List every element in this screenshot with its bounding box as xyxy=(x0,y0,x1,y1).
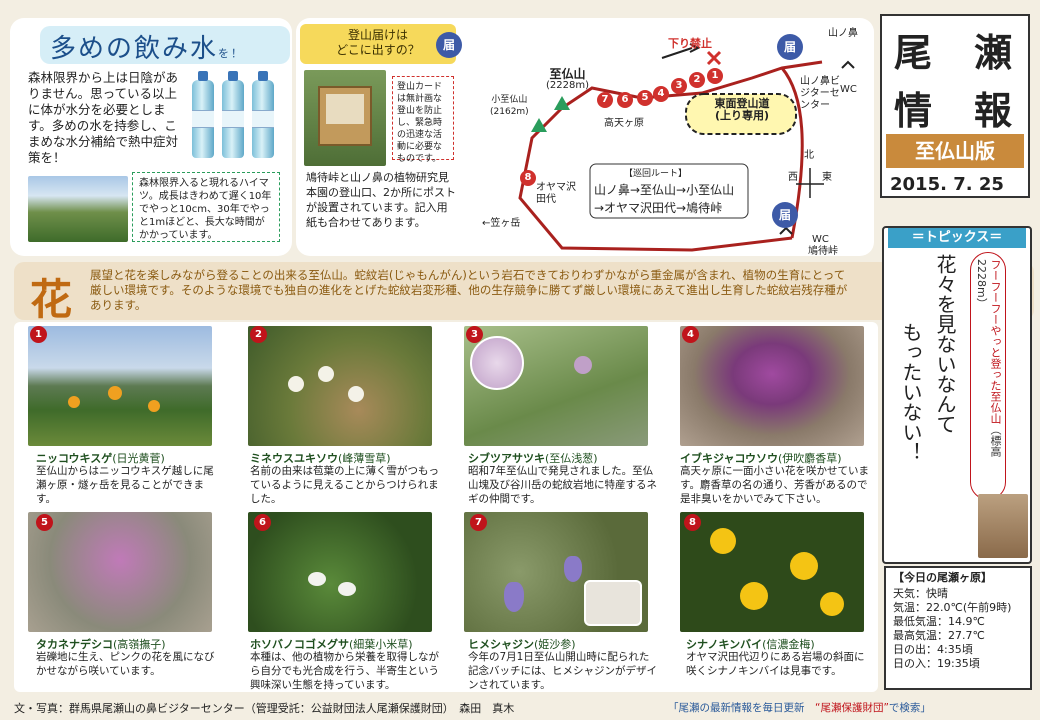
footer-credit: 文・写真：群馬県尾瀬山の鼻ビジターセンター（管理受託：公益財団法人尾瀬保護財団）… xyxy=(14,702,515,715)
topics-header: ＝トピックス＝ xyxy=(888,228,1026,248)
weather-row: 日の出：4:35頃 xyxy=(893,643,973,656)
route-title: 【巡回ルート】 xyxy=(624,169,688,179)
post-box-photo xyxy=(304,70,386,166)
flower-num-5: 5 xyxy=(36,514,53,531)
footer-search-link[interactable]: “尾瀬保護財団” xyxy=(815,702,889,714)
flower-num-1: 1 xyxy=(30,326,47,343)
topics-main-2: もったいない！ xyxy=(899,322,923,462)
masthead-date: 2015. 7. 25 xyxy=(890,174,1004,195)
kasagatake-label: ←笠ヶ岳 xyxy=(482,218,521,229)
post-card-note: 登山カードは無計画な登山を防止し、緊急時の迅速な活動に必要なものです。 xyxy=(392,76,454,164)
map-point-7: 7 xyxy=(597,92,613,108)
masthead-edition: 至仏山版 xyxy=(886,134,1024,168)
toilet-icon-2 xyxy=(779,226,793,235)
map-point-4: 4 xyxy=(653,86,669,102)
flower-num-8: 8 xyxy=(684,514,701,531)
flower-photo-5 xyxy=(28,512,212,632)
topics-panel: ＝トピックス＝ フーフーフーやっと登った至仏山（標高2228m） 花々を見ないな… xyxy=(882,226,1032,564)
haimatsu-note: 森林限界入ると現れるハイマツ。成長はきわめて遅く10年でやっと10cm、30年で… xyxy=(132,172,280,242)
hana-kanji: 花 xyxy=(30,275,73,324)
wc-label-top: WC xyxy=(840,84,857,95)
map-point-5: 5 xyxy=(637,90,653,106)
water-bottle-icon xyxy=(192,71,214,158)
flower-text-7: 今年の7月1日至仏山開山時に配られた記念バッチには、ヒメシャジンがデザインされて… xyxy=(468,651,657,691)
flower-num-6: 6 xyxy=(254,514,271,531)
wc-label-bottom: WC xyxy=(812,234,829,245)
map-point-2: 2 xyxy=(689,72,705,88)
compass-north: 北 xyxy=(804,150,814,161)
weather-row: 気温：22.0℃(午前9時) xyxy=(893,601,1012,614)
footer-notice: 「尾瀬の最新情報を毎日更新 “尾瀬保護財団”で検索」 xyxy=(668,702,931,714)
map-point-1: 1 xyxy=(707,68,723,84)
topics-main-1: 花々を見ないなんて xyxy=(933,254,957,434)
hana-text: 展望と花を楽しみながら登ることの出来る至仏山。蛇紋岩(じゃもんがん)という岩石で… xyxy=(90,268,848,312)
map-badge-bottom: 届 xyxy=(772,202,798,228)
masthead-title-2: 情 報 xyxy=(894,89,1015,133)
flower-num-2: 2 xyxy=(250,326,267,343)
post-text: 鳩待峠と山ノ鼻の植物研究見本園の登山口、2か所にポストが設置されています。記入用… xyxy=(306,171,456,229)
flower-photo-7 xyxy=(464,512,648,632)
haimatsu-photo xyxy=(28,176,128,242)
takaten-label: 高天ヶ原 xyxy=(604,118,644,129)
flower-text-1: 至仏山からはニッコウキスゲ越しに尾瀬ヶ原・燧ヶ岳を見ることができます。 xyxy=(36,465,214,505)
water-title: 多めの飲み水を！ xyxy=(40,26,290,64)
east-trail-label: 東面登山道 (上り専用) xyxy=(714,97,770,122)
map-point-6: 6 xyxy=(617,92,633,108)
yamanohana-label: 山ノ鼻 xyxy=(828,28,858,39)
flower-text-4: 高天ヶ原に一面小さい花を咲かせています。麝香草の名の通り、芳香があるので是非臭い… xyxy=(680,465,869,505)
flower-text-8: オヤマ沢田代辺りにある岩場の斜面に咲くシナノキンバイは見事です。 xyxy=(686,651,865,677)
hatomachi-label: 鳩待峠 xyxy=(808,246,838,257)
topics-photo xyxy=(978,494,1028,558)
weather-title: 【今日の尾瀬ヶ原】 xyxy=(893,571,992,584)
flower-num-7: 7 xyxy=(470,514,487,531)
flower-photo-3 xyxy=(464,326,648,446)
weather-panel: 【今日の尾瀬ヶ原】 天気：快晴 気温：22.0℃(午前9時) 最低気温：14.9… xyxy=(884,566,1032,690)
route-line2: →オヤマ沢田代→鳩待峠 xyxy=(594,201,723,215)
weather-row: 最低気温：14.9℃ xyxy=(893,615,985,628)
route-map xyxy=(518,43,855,252)
flower-num-4: 4 xyxy=(682,326,699,343)
flower-photo-1 xyxy=(28,326,212,446)
masthead: 尾 瀬 情 報 至仏山版 2015. 7. 25 xyxy=(880,14,1030,198)
map-point-8: 8 xyxy=(520,170,536,186)
map-point-3: 3 xyxy=(671,78,687,94)
weather-row: 最高気温：27.7℃ xyxy=(893,629,985,642)
topics-subtitle: フーフーフーやっと登った至仏山（標高2228m） xyxy=(970,252,1006,500)
map-badge-top: 届 xyxy=(777,34,803,60)
route-line1: 山ノ鼻→至仏山→小至仏山 xyxy=(594,183,735,197)
compass-east: 東 xyxy=(822,172,832,183)
oyama-label: オヤマ沢田代 xyxy=(536,182,576,205)
flower-photo-6 xyxy=(248,512,432,632)
visitor-center-label: 山ノ鼻ビジターセンター xyxy=(800,76,840,111)
no-descent-cross xyxy=(706,50,722,66)
water-text: 森林限界から上は日陰がありません。思っている以上に体が水分を必要とします。多めの… xyxy=(28,70,179,165)
shibutsu-label: 至仏山 (2228m) xyxy=(546,67,589,91)
flower-text-6: 本種は、他の植物から栄養を取得しながら自分でも光合成を行う、半寄生という興味深い… xyxy=(250,651,439,691)
flower-text-2: 名前の由来は苞葉の上に薄く雪がつもっているように見えることからつけられました。 xyxy=(250,465,439,505)
flower-text-3: 昭和7年至仏山で発見されました。至仏山塊及び谷川岳の蛇紋岩地に特産するネギの仲間… xyxy=(468,465,657,505)
post-badge: 届 xyxy=(436,32,462,58)
weather-row: 天気：快晴 xyxy=(893,587,948,600)
flower-num-3: 3 xyxy=(466,326,483,343)
koshibutsu-label: 小至仏山 (2162m) xyxy=(490,95,529,117)
water-bottle-icon xyxy=(252,71,274,158)
water-bottle-icon xyxy=(222,71,244,158)
flower-text-5: 岩礫地に生え、ピンクの花を風になびかせながら咲いています。 xyxy=(36,651,215,677)
no-descent-label: 下り禁止 xyxy=(668,37,712,50)
flower-photo-4 xyxy=(680,326,864,446)
compass-west: 西 xyxy=(788,172,798,183)
weather-row: 日の入：19:35頃 xyxy=(893,657,980,670)
toilet-icon xyxy=(841,60,855,69)
flower-photo-2 xyxy=(248,326,432,446)
masthead-title-1: 尾 瀬 xyxy=(894,31,1015,75)
flower-photo-8 xyxy=(680,512,864,632)
post-title: 登山届けは どこに出すの？ xyxy=(300,24,456,64)
